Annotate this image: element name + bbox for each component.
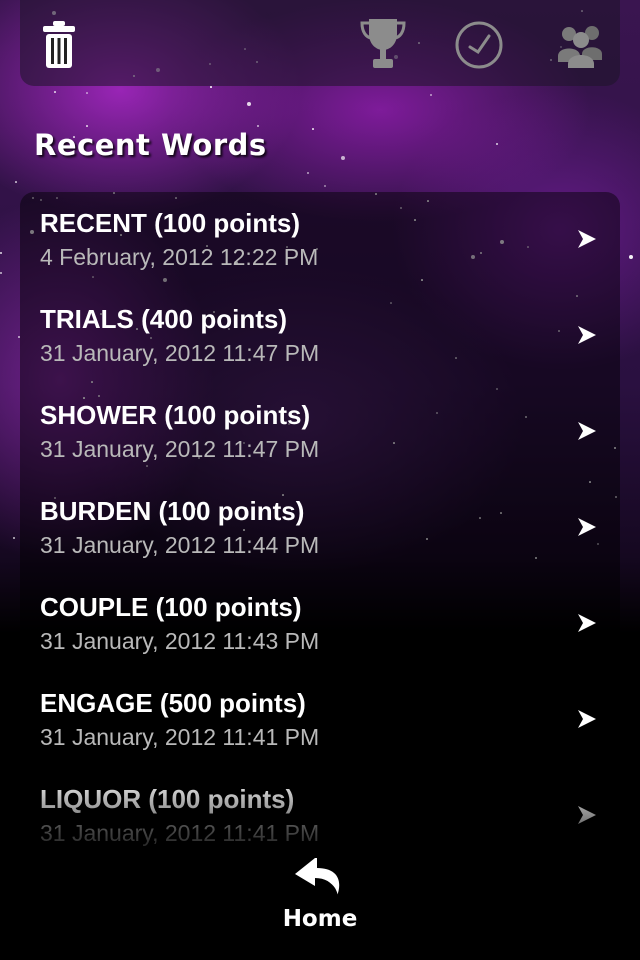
trash-icon[interactable]: [42, 20, 76, 70]
word-date: 31 January, 2012 11:47 PM: [40, 340, 320, 366]
star: [86, 125, 88, 127]
star: [13, 537, 15, 539]
list-item[interactable]: RECENT (100 points) 4 February, 2012 12:…: [20, 192, 620, 288]
star: [430, 94, 432, 96]
home-label: Home: [282, 906, 358, 932]
word-label: SHOWER (100 points): [40, 400, 311, 430]
word-label: ENGAGE (500 points): [40, 688, 306, 718]
list-item[interactable]: LIQUOR (100 points) 31 January, 2012 11:…: [20, 768, 620, 852]
list-item[interactable]: SHOWER (100 points) 31 January, 2012 11:…: [20, 384, 620, 480]
list-item[interactable]: COUPLE (100 points) 31 January, 2012 11:…: [20, 576, 620, 672]
star: [341, 156, 345, 160]
word-date: 31 January, 2012 11:47 PM: [40, 436, 320, 462]
star: [629, 255, 633, 259]
word-date: 4 February, 2012 12:22 PM: [40, 244, 319, 270]
chevron-right-icon: [578, 422, 596, 440]
word-label: COUPLE (100 points): [40, 592, 302, 622]
chevron-right-icon: [578, 710, 596, 728]
chevron-right-icon: [578, 518, 596, 536]
recent-words-list: RECENT (100 points) 4 February, 2012 12:…: [20, 192, 620, 852]
star: [0, 252, 2, 254]
star: [210, 86, 212, 88]
word-label: TRIALS (400 points): [40, 304, 288, 334]
home-button[interactable]: Home: [270, 856, 370, 946]
star: [247, 102, 251, 106]
word-label: RECENT (100 points): [40, 208, 301, 238]
star: [312, 128, 314, 130]
chevron-right-icon: [578, 806, 596, 824]
trophy-icon[interactable]: [360, 16, 406, 72]
star: [15, 181, 17, 183]
star: [307, 172, 309, 174]
word-date: 31 January, 2012 11:41 PM: [40, 724, 320, 750]
star: [0, 272, 2, 274]
word-label: LIQUOR (100 points): [40, 784, 295, 814]
section-title: Recent Words: [34, 128, 267, 162]
list-item[interactable]: BURDEN (100 points) 31 January, 2012 11:…: [20, 480, 620, 576]
chevron-right-icon: [578, 614, 596, 632]
star: [257, 125, 259, 127]
star: [496, 143, 498, 145]
chevron-right-icon: [578, 230, 596, 248]
star: [54, 91, 56, 93]
top-toolbar: [20, 0, 620, 86]
word-label: BURDEN (100 points): [40, 496, 305, 526]
list-item[interactable]: TRIALS (400 points) 31 January, 2012 11:…: [20, 288, 620, 384]
word-date: 31 January, 2012 11:41 PM: [40, 820, 320, 846]
star: [324, 185, 326, 187]
people-icon[interactable]: [556, 24, 604, 68]
list-item[interactable]: ENGAGE (500 points) 31 January, 2012 11:…: [20, 672, 620, 768]
star: [86, 92, 88, 94]
clock-icon[interactable]: [454, 20, 504, 70]
back-arrow-icon: [295, 858, 340, 897]
chevron-right-icon: [578, 326, 596, 344]
word-date: 31 January, 2012 11:43 PM: [40, 628, 320, 654]
word-date: 31 January, 2012 11:44 PM: [40, 532, 320, 558]
